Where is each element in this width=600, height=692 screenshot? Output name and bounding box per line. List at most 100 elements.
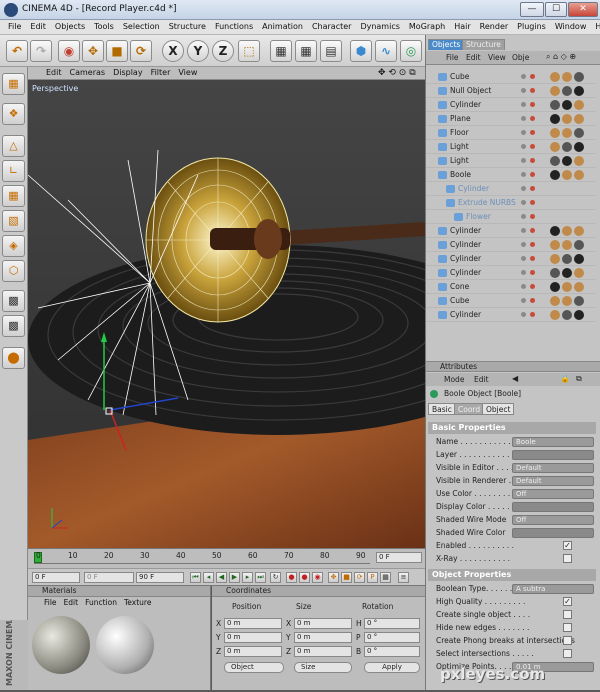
material-tag-icon[interactable] bbox=[574, 128, 584, 138]
material-swatch[interactable] bbox=[32, 616, 90, 674]
menu-dynamics[interactable]: Dynamics bbox=[356, 20, 404, 34]
minimize-button[interactable]: — bbox=[520, 2, 544, 17]
menu-help[interactable]: Help bbox=[591, 20, 600, 34]
material-tag-icon[interactable] bbox=[574, 296, 584, 306]
pla-key-button[interactable]: ▦ bbox=[380, 572, 391, 583]
material-tag-icon[interactable] bbox=[574, 268, 584, 278]
position-x-field[interactable]: 0 m bbox=[224, 618, 282, 629]
menu-edit[interactable]: Edit bbox=[26, 20, 51, 34]
material-tag-icon[interactable] bbox=[562, 72, 572, 82]
param-key-button[interactable]: P bbox=[367, 572, 378, 583]
objects-menu-view[interactable]: View bbox=[488, 53, 506, 62]
object-row[interactable]: Cone bbox=[426, 280, 596, 294]
viewport-menu-cameras[interactable]: Cameras bbox=[68, 67, 112, 79]
play-back-button[interactable]: ◀ bbox=[216, 572, 227, 583]
size-mode-select[interactable]: Size bbox=[294, 662, 352, 673]
attribute-checkbox[interactable]: ✓ bbox=[563, 597, 572, 606]
attribute-checkbox[interactable] bbox=[563, 554, 572, 563]
menu-objects[interactable]: Objects bbox=[51, 20, 90, 34]
editor-visibility-dot[interactable] bbox=[521, 158, 526, 163]
close-button[interactable]: ✕ bbox=[568, 2, 598, 17]
texture-mode-button[interactable]: ▦ bbox=[2, 185, 25, 207]
material-tag-icon[interactable] bbox=[574, 240, 584, 250]
material-tag-icon[interactable] bbox=[562, 310, 572, 320]
z-axis-button[interactable]: Z bbox=[212, 40, 234, 62]
attribute-field[interactable]: A subtra bbox=[512, 584, 594, 594]
lock-icon[interactable]: 🔒 bbox=[560, 374, 570, 383]
timeline-settings-button[interactable]: ≡ bbox=[398, 572, 409, 583]
material-tag-icon[interactable] bbox=[574, 86, 584, 96]
editor-visibility-dot[interactable] bbox=[521, 186, 526, 191]
attribute-field[interactable] bbox=[512, 450, 594, 460]
points-mode-button[interactable]: ◈ bbox=[2, 235, 25, 257]
render-visibility-dot[interactable] bbox=[530, 256, 535, 261]
3d-viewport[interactable]: Perspective bbox=[28, 80, 425, 548]
position-z-field[interactable]: 0 m bbox=[224, 646, 282, 657]
material-tag-icon[interactable] bbox=[550, 226, 560, 236]
objects-menu-file[interactable]: File bbox=[446, 53, 459, 62]
attribute-checkbox[interactable] bbox=[563, 649, 572, 658]
object-row[interactable]: Extrude NURBS bbox=[426, 196, 596, 210]
editor-visibility-dot[interactable] bbox=[521, 116, 526, 121]
render-visibility-dot[interactable] bbox=[530, 270, 535, 275]
render-visibility-dot[interactable] bbox=[530, 74, 535, 79]
attribute-field[interactable] bbox=[512, 528, 594, 538]
object-row[interactable]: Cylinder bbox=[426, 252, 596, 266]
x-axis-button[interactable]: X bbox=[162, 40, 184, 62]
workplane-button[interactable]: ▧ bbox=[2, 210, 25, 232]
attribute-field[interactable]: Default bbox=[512, 476, 594, 486]
material-tag-icon[interactable] bbox=[574, 72, 584, 82]
render-visibility-dot[interactable] bbox=[530, 186, 535, 191]
add-cube-button[interactable]: ⬢ bbox=[350, 40, 372, 62]
rotation-key-button[interactable]: ⟳ bbox=[354, 572, 365, 583]
next-key-button[interactable]: ▸ bbox=[242, 572, 253, 583]
redo-button[interactable]: ↷ bbox=[30, 40, 52, 62]
menu-window[interactable]: Window bbox=[551, 20, 592, 34]
menu-mograph[interactable]: MoGraph bbox=[405, 20, 450, 34]
menu-plugins[interactable]: Plugins bbox=[513, 20, 551, 34]
material-tag-icon[interactable] bbox=[562, 114, 572, 124]
object-row[interactable]: Cube bbox=[426, 70, 596, 84]
go-start-button[interactable]: ⏮ bbox=[190, 572, 201, 583]
material-tag-icon[interactable] bbox=[550, 72, 560, 82]
editor-visibility-dot[interactable] bbox=[521, 284, 526, 289]
undo-button[interactable]: ↶ bbox=[6, 40, 28, 62]
material-tag-icon[interactable] bbox=[550, 240, 560, 250]
back-arrow-icon[interactable]: ◀ bbox=[512, 374, 518, 383]
editor-visibility-dot[interactable] bbox=[521, 102, 526, 107]
rotate-button[interactable]: ⟳ bbox=[130, 40, 152, 62]
tab-object[interactable]: Object bbox=[482, 403, 515, 415]
material-tag-icon[interactable] bbox=[562, 296, 572, 306]
tab-coord[interactable]: Coord bbox=[454, 403, 485, 415]
editor-visibility-dot[interactable] bbox=[521, 88, 526, 93]
new-panel-icon[interactable]: ⧉ bbox=[576, 374, 582, 384]
live-selection-button[interactable]: ◉ bbox=[58, 40, 80, 62]
render-settings-button[interactable]: ▤ bbox=[320, 40, 342, 62]
render-visibility-dot[interactable] bbox=[530, 88, 535, 93]
material-swatch[interactable] bbox=[96, 616, 154, 674]
editor-visibility-dot[interactable] bbox=[521, 312, 526, 317]
menu-file[interactable]: File bbox=[4, 20, 26, 34]
object-row[interactable]: Floor bbox=[426, 126, 596, 140]
object-row[interactable]: Null Object bbox=[426, 84, 596, 98]
attributes-menu-mode[interactable]: Mode bbox=[444, 375, 464, 384]
material-tag-icon[interactable] bbox=[550, 128, 560, 138]
play-button[interactable]: ▶ bbox=[229, 572, 240, 583]
attribute-checkbox[interactable] bbox=[563, 610, 572, 619]
attribute-checkbox[interactable] bbox=[563, 636, 572, 645]
editor-visibility-dot[interactable] bbox=[521, 270, 526, 275]
material-tag-icon[interactable] bbox=[550, 296, 560, 306]
editor-visibility-dot[interactable] bbox=[521, 242, 526, 247]
apply-button[interactable]: Apply bbox=[364, 662, 420, 673]
material-tag-icon[interactable] bbox=[550, 282, 560, 292]
coordinate-mode-select[interactable]: Object bbox=[224, 662, 284, 673]
materials-menu-texture[interactable]: Texture bbox=[122, 597, 156, 609]
attribute-field[interactable]: Default bbox=[512, 463, 594, 473]
add-spline-button[interactable]: ∿ bbox=[375, 40, 397, 62]
position-key-button[interactable]: ✥ bbox=[328, 572, 339, 583]
menu-render[interactable]: Render bbox=[476, 20, 513, 34]
material-tag-icon[interactable] bbox=[562, 282, 572, 292]
record-button[interactable]: ● bbox=[286, 572, 297, 583]
object-row[interactable]: Cylinder bbox=[426, 224, 596, 238]
render-visibility-dot[interactable] bbox=[530, 242, 535, 247]
